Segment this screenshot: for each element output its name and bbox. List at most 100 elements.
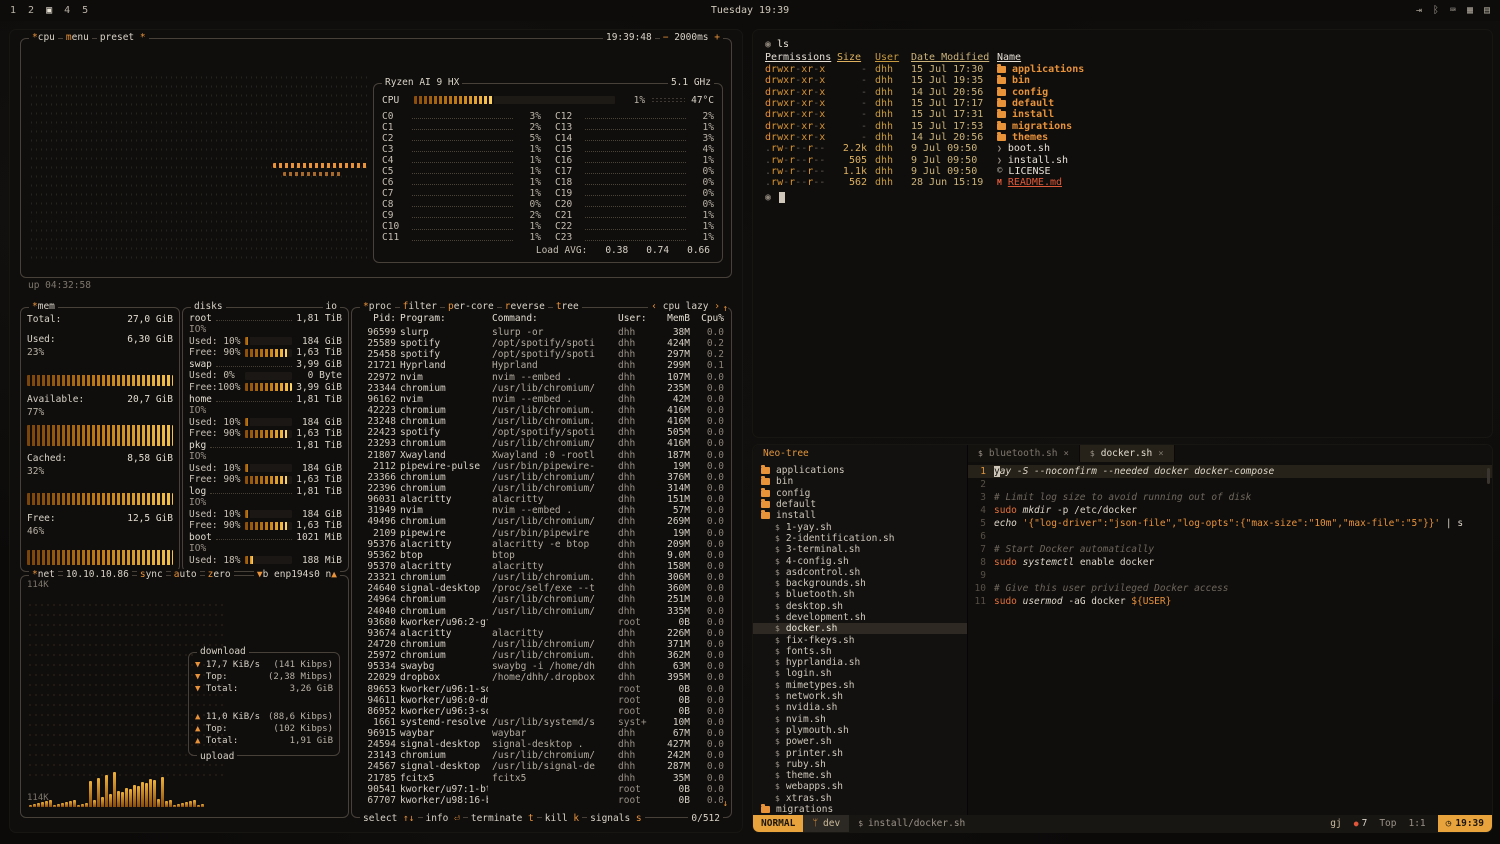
tree-item-printer.sh[interactable]: $printer.sh [753, 747, 967, 758]
process-row[interactable]: 21785fcitx5fcitx5dhh35M0.0 [358, 773, 725, 784]
tree-item-backgrounds.sh[interactable]: $backgrounds.sh [753, 578, 967, 589]
process-row[interactable]: 93674alacrittyalacrittydhh226M0.0 [358, 628, 725, 639]
tree-item-development.sh[interactable]: $development.sh [753, 612, 967, 623]
interval-plus[interactable]: + [714, 32, 720, 43]
io-toggle[interactable]: io [323, 301, 340, 312]
process-row[interactable]: 90541kworker/u97:1-btroot0B0.0 [358, 784, 725, 795]
sync-button[interactable]: sync [137, 569, 166, 580]
tree-item-theme.sh[interactable]: $theme.sh [753, 770, 967, 781]
column-header[interactable]: Program: [400, 313, 488, 324]
process-row[interactable]: 94611kworker/u96:0-dmroot0B0.0 [358, 695, 725, 706]
tree-item-2-identification.sh[interactable]: $2-identification.sh [753, 533, 967, 544]
tree-item-hyprlandia.sh[interactable]: $hyprlandia.sh [753, 657, 967, 668]
keyboard-icon[interactable]: ⌨ [1450, 5, 1456, 16]
process-row[interactable]: 23366chromium/usr/lib/chromium/dhh376M0.… [358, 472, 725, 483]
process-row[interactable]: 49496chromium/usr/lib/chromium/dhh269M0.… [358, 516, 725, 527]
process-row[interactable]: 86952kworker/u96:3-sdroot0B0.0 [358, 706, 725, 717]
tab-bluetooth.sh[interactable]: $bluetooth.sh× [968, 445, 1080, 462]
process-row[interactable]: 96031alacrittyalacrittydhh151M0.0 [358, 494, 725, 505]
tree-item-nvim.sh[interactable]: $nvim.sh [753, 714, 967, 725]
auto-button[interactable]: auto [171, 569, 200, 580]
tree-item-install[interactable]: install [753, 510, 967, 521]
process-row[interactable]: 23248chromium/usr/lib/chromium.dhh416M0.… [358, 416, 725, 427]
tree-item-webapps.sh[interactable]: $webapps.sh [753, 781, 967, 792]
zero-button[interactable]: zero [205, 569, 234, 580]
tree-item-bluetooth.sh[interactable]: $bluetooth.sh [753, 589, 967, 600]
process-row[interactable]: 24640signal-desktop/proc/self/exe --tdhh… [358, 583, 725, 594]
process-row[interactable]: 42223chromium/usr/lib/chromium.dhh416M0.… [358, 405, 725, 416]
kill-button[interactable]: kill k [542, 813, 582, 824]
process-row[interactable]: 22423spotify/opt/spotify/spotidhh505M0.0 [358, 427, 725, 438]
tree-item-bin[interactable]: bin [753, 476, 967, 487]
process-row[interactable]: 24964chromium/usr/lib/chromium/dhh251M0.… [358, 594, 725, 605]
interval-minus[interactable]: − [663, 32, 669, 43]
process-row[interactable]: 24040chromium/usr/lib/chromium/dhh335M0.… [358, 606, 725, 617]
filter-button[interactable]: filter [400, 301, 440, 312]
preset-button[interactable]: preset * [97, 32, 149, 43]
tree-item-applications[interactable]: applications [753, 465, 967, 476]
scrollbar-thumb[interactable] [1487, 468, 1490, 484]
tree-item-nvidia.sh[interactable]: $nvidia.sh [753, 702, 967, 713]
tree-item-xtras.sh[interactable]: $xtras.sh [753, 793, 967, 804]
logout-icon[interactable]: ⇥ [1416, 5, 1422, 16]
interface-selector[interactable]: ▼b enp194s0 n▲ [254, 569, 340, 580]
tree-item-power.sh[interactable]: $power.sh [753, 736, 967, 747]
process-row[interactable]: 23143chromium/usr/lib/chromium/dhh242M0.… [358, 750, 725, 761]
column-header[interactable]: User: [618, 313, 652, 324]
info-button[interactable]: info ⏎ [423, 813, 463, 824]
process-row[interactable]: 24567signal-desktop/usr/lib/signal-dedhh… [358, 761, 725, 772]
tree-item-ruby.sh[interactable]: $ruby.sh [753, 759, 967, 770]
terminate-button[interactable]: terminate t [468, 813, 537, 824]
per-core-button[interactable]: per-core [445, 301, 497, 312]
process-row[interactable]: 96162nvimnvim --embed .dhh42M0.0 [358, 394, 725, 405]
column-header[interactable]: MemB [656, 313, 690, 324]
process-row[interactable]: 67707kworker/u98:16-broot0B0.0 [358, 795, 725, 806]
process-row[interactable]: 96599slurpslurp -ordhh38M0.0 [358, 327, 725, 338]
column-header[interactable]: Cpu% [694, 313, 724, 324]
prompt-line[interactable]: ◉ [765, 191, 1480, 203]
process-row[interactable]: 93680kworker/u96:2-gfroot0B0.0 [358, 617, 725, 628]
process-row[interactable]: 2112pipewire-pulse/usr/bin/pipewire-dhh1… [358, 461, 725, 472]
column-header[interactable]: Pid: [358, 313, 396, 324]
scroll-down-icon[interactable]: ↓ [723, 799, 728, 809]
tree-item-1-yay.sh[interactable]: $1-yay.sh [753, 521, 967, 532]
tree-item-desktop.sh[interactable]: $desktop.sh [753, 601, 967, 612]
process-row[interactable]: 89653kworker/u96:1-sdroot0B0.0 [358, 684, 725, 695]
process-row[interactable]: 95376alacrittyalacritty -e btopdhh209M0.… [358, 539, 725, 550]
sort-selector[interactable]: ‹ cpu lazy › [648, 301, 723, 312]
column-header[interactable]: Command: [492, 313, 614, 324]
process-row[interactable]: 22396chromium/usr/lib/chromium/dhh314M0.… [358, 483, 725, 494]
tree-item-asdcontrol.sh[interactable]: $asdcontrol.sh [753, 567, 967, 578]
tree-button[interactable]: tree [553, 301, 582, 312]
process-row[interactable]: 23344chromium/usr/lib/chromium/dhh235M0.… [358, 383, 725, 394]
tree-item-fix-fkeys.sh[interactable]: $fix-fkeys.sh [753, 634, 967, 645]
process-row[interactable]: 95362btopbtopdhh9.0M0.0 [358, 550, 725, 561]
process-row[interactable]: 31949nvimnvim --embed .dhh57M0.0 [358, 505, 725, 516]
process-row[interactable]: 96915waybarwaybardhh67M0.0 [358, 728, 725, 739]
menu-icon[interactable]: ▤ [1484, 5, 1490, 16]
process-row[interactable]: 21721HyprlandHyprlanddhh299M0.1 [358, 360, 725, 371]
workspace-2[interactable]: 2 [28, 5, 34, 16]
process-row[interactable]: 2109pipewire/usr/bin/pipewiredhh19M0.0 [358, 528, 725, 539]
process-row[interactable]: 95334swaybgswaybg -i /home/dhdhh63M0.0 [358, 661, 725, 672]
tree-item-fonts.sh[interactable]: $fonts.sh [753, 646, 967, 657]
process-row[interactable]: 25589spotify/opt/spotify/spotidhh424M0.2 [358, 338, 725, 349]
tab-docker.sh[interactable]: $docker.sh× [1080, 445, 1175, 462]
process-row[interactable]: 24720chromium/usr/lib/chromium/dhh371M0.… [358, 639, 725, 650]
process-row[interactable]: 25458spotify/opt/spotify/spotidhh297M0.2 [358, 349, 725, 360]
process-row[interactable]: 23293chromium/usr/lib/chromium/dhh416M0.… [358, 438, 725, 449]
code-editor[interactable]: 1yay -S --noconfirm --needed docker dock… [968, 462, 1492, 815]
process-row[interactable]: 24594signal-desktopsignal-desktop .dhh42… [358, 739, 725, 750]
process-row[interactable]: 1661systemd-resolve/usr/lib/systemd/ssys… [358, 717, 725, 728]
workspace-1[interactable]: 1 [10, 5, 16, 16]
tree-item-mimetypes.sh[interactable]: $mimetypes.sh [753, 680, 967, 691]
bluetooth-icon[interactable]: ᛒ [1433, 5, 1439, 16]
close-icon[interactable]: × [1158, 449, 1163, 459]
tree-item-network.sh[interactable]: $network.sh [753, 691, 967, 702]
process-row[interactable]: 95370alacrittyalacrittydhh158M0.0 [358, 561, 725, 572]
process-row[interactable]: 23321chromium/usr/lib/chromium.dhh306M0.… [358, 572, 725, 583]
reverse-button[interactable]: reverse [502, 301, 548, 312]
tree-item-3-terminal.sh[interactable]: $3-terminal.sh [753, 544, 967, 555]
grid-icon[interactable]: ▦ [1467, 5, 1473, 16]
tree-item-4-config.sh[interactable]: $4-config.sh [753, 555, 967, 566]
